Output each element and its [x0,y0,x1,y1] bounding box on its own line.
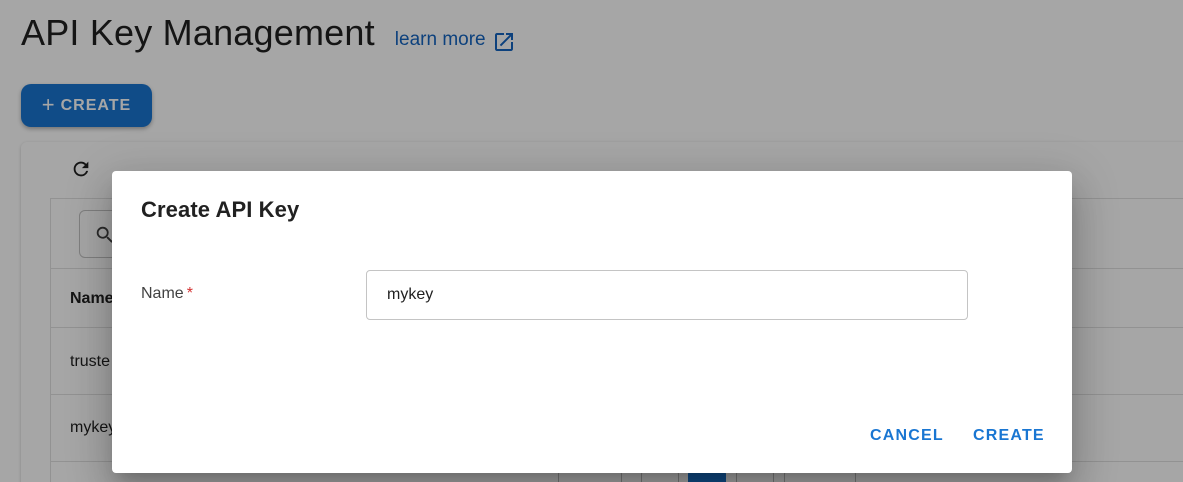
name-field-label: Name * [141,285,193,303]
cancel-button[interactable]: CANCEL [870,427,944,445]
create-api-key-dialog: Create API Key Name* CANCEL CREATE [112,171,1072,473]
name-label-text: Name [141,285,184,302]
required-indicator: * [186,285,193,302]
dialog-title: Create API Key [141,197,300,222]
create-button[interactable]: CREATE [973,427,1045,445]
page: API Key Management learn more + CREATE N… [0,0,1183,482]
name-input[interactable] [366,270,968,320]
